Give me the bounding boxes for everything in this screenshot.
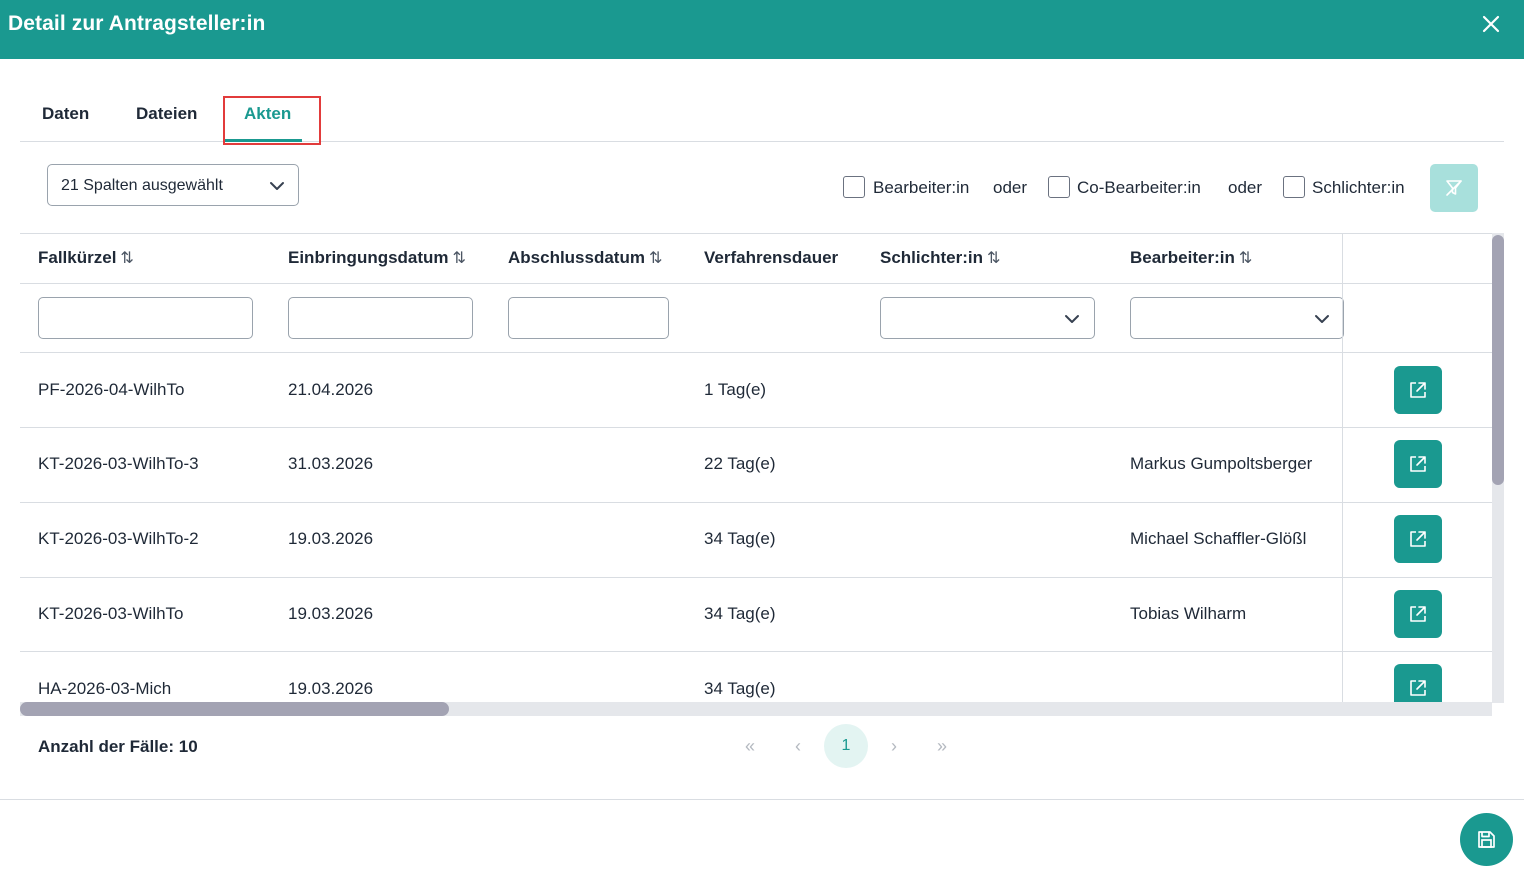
cell-einbringungsdatum: 19.03.2026: [288, 679, 374, 698]
checkbox-co-bearbeiter[interactable]: [1048, 176, 1070, 198]
column-select-value: 21 Spalten ausgewählt: [61, 177, 223, 194]
highlight-box: [223, 96, 321, 145]
footer-divider: [0, 799, 1524, 800]
divider: [20, 651, 1492, 652]
tab-dateien[interactable]: Dateien: [136, 92, 197, 142]
last-page-button[interactable]: »: [930, 734, 954, 758]
cell-verfahrensdauer: 1 Tag(e): [704, 380, 767, 399]
filter-select-schlichter[interactable]: [880, 297, 1095, 339]
previous-page-button[interactable]: ‹: [786, 734, 810, 758]
checkbox-schlichter[interactable]: [1283, 176, 1305, 198]
column-header-einbringungsdatum[interactable]: Einbringungsdatum ⇅: [288, 248, 466, 268]
cell-fallkuerzel: KT-2026-03-WilhTo-2: [38, 529, 199, 548]
cases-table: Fallkürzel ⇅ Einbringungsdatum ⇅ Abschluss…: [20, 233, 1492, 703]
column-select[interactable]: 21 Spalten ausgewählt: [47, 164, 299, 206]
open-case-button[interactable]: [1394, 440, 1442, 488]
cell-fallkuerzel: HA-2026-03-Mich: [38, 679, 172, 698]
sort-icon[interactable]: ⇅: [1239, 250, 1252, 267]
cell-verfahrensdauer: 34 Tag(e): [704, 604, 776, 623]
sort-icon[interactable]: ⇅: [987, 250, 1000, 267]
cell-einbringungsdatum: 31.03.2026: [288, 454, 374, 473]
cell-fallkuerzel: KT-2026-03-WilhTo: [38, 604, 184, 623]
vertical-scrollbar[interactable]: [1492, 233, 1504, 703]
open-case-button[interactable]: [1394, 366, 1442, 414]
divider: [20, 502, 1492, 503]
column-header-label: Fallkürzel: [38, 248, 117, 267]
divider: [20, 352, 1492, 353]
cell-bearbeiter: Markus Gumpoltsberger: [1130, 454, 1313, 473]
external-link-icon: [1410, 606, 1426, 622]
horizontal-scrollbar-thumb[interactable]: [20, 702, 449, 716]
first-page-button[interactable]: «: [738, 734, 762, 758]
sort-icon[interactable]: ⇅: [649, 250, 662, 267]
chevron-down-icon: [270, 182, 284, 190]
checkbox-co-bearbeiter-label[interactable]: Co-Bearbeiter:in: [1077, 178, 1201, 198]
cell-einbringungsdatum: 19.03.2026: [288, 529, 374, 548]
sort-icon[interactable]: ⇅: [453, 250, 466, 267]
column-header-label: Verfahrensdauer: [704, 248, 839, 267]
close-icon[interactable]: [1478, 11, 1504, 37]
filter-off-icon: [1446, 180, 1462, 196]
cell-fallkuerzel: PF-2026-04-WilhTo: [38, 380, 185, 399]
column-header-label: Einbringungsdatum: [288, 248, 449, 267]
column-header-label: Bearbeiter:in: [1130, 248, 1235, 267]
column-header-label: Abschlussdatum: [508, 248, 645, 267]
cell-verfahrensdauer: 34 Tag(e): [704, 529, 776, 548]
checkbox-bearbeiter-label[interactable]: Bearbeiter:in: [873, 178, 969, 198]
cell-bearbeiter: Michael Schaffler-Glößl: [1130, 529, 1307, 548]
divider: [20, 427, 1492, 428]
column-header-abschlussdatum[interactable]: Abschlussdatum ⇅: [508, 248, 662, 268]
dialog-header: Detail zur Antragsteller:in: [0, 0, 1524, 59]
column-header-bearbeiter[interactable]: Bearbeiter:in ⇅: [1130, 248, 1252, 268]
filter-input-fallkuerzel[interactable]: [38, 297, 253, 339]
cell-fallkuerzel: KT-2026-03-WilhTo-3: [38, 454, 199, 473]
clear-filter-button[interactable]: [1430, 164, 1478, 212]
column-header-schlichter[interactable]: Schlichter:in ⇅: [880, 248, 1000, 268]
case-count: Anzahl der Fälle: 10: [38, 737, 198, 756]
checkbox-bearbeiter[interactable]: [843, 176, 865, 198]
external-link-icon: [1410, 531, 1426, 547]
vertical-scrollbar-thumb[interactable]: [1492, 235, 1504, 485]
cell-einbringungsdatum: 21.04.2026: [288, 380, 374, 399]
connector-oder: oder: [1228, 178, 1263, 197]
current-page-button[interactable]: 1: [824, 724, 868, 768]
cell-verfahrensdauer: 34 Tag(e): [704, 679, 776, 698]
open-case-button[interactable]: [1394, 590, 1442, 638]
connector-oder: oder: [993, 178, 1028, 197]
checkbox-schlichter-label[interactable]: Schlichter:in: [1312, 178, 1405, 198]
external-link-icon: [1410, 680, 1426, 696]
divider: [20, 283, 1492, 284]
external-link-icon: [1410, 456, 1426, 472]
cell-verfahrensdauer: 22 Tag(e): [704, 454, 776, 473]
chevron-down-icon: [1315, 315, 1329, 323]
horizontal-scrollbar[interactable]: [20, 702, 1492, 716]
open-case-button[interactable]: [1394, 664, 1442, 703]
column-header-fallkuerzel[interactable]: Fallkürzel ⇅: [38, 248, 134, 268]
external-link-icon: [1410, 382, 1426, 398]
filter-select-bearbeiter[interactable]: [1130, 297, 1344, 339]
tab-daten[interactable]: Daten: [42, 92, 89, 142]
sort-icon[interactable]: ⇅: [120, 250, 133, 267]
divider: [20, 577, 1492, 578]
filter-input-einbringungsdatum[interactable]: [288, 297, 473, 339]
cell-einbringungsdatum: 19.03.2026: [288, 604, 374, 623]
open-case-button[interactable]: [1394, 515, 1442, 563]
save-icon: [1478, 831, 1495, 848]
column-header-verfahrensdauer: Verfahrensdauer: [704, 248, 838, 268]
filter-input-abschlussdatum[interactable]: [508, 297, 669, 339]
save-button[interactable]: [1460, 813, 1513, 866]
next-page-button[interactable]: ›: [882, 734, 906, 758]
chevron-down-icon: [1065, 315, 1079, 323]
column-header-label: Schlichter:in: [880, 248, 983, 267]
dialog-title: Detail zur Antragsteller:in: [8, 12, 266, 35]
cell-bearbeiter: Tobias Wilharm: [1130, 604, 1247, 623]
action-column-divider: [1342, 234, 1343, 703]
